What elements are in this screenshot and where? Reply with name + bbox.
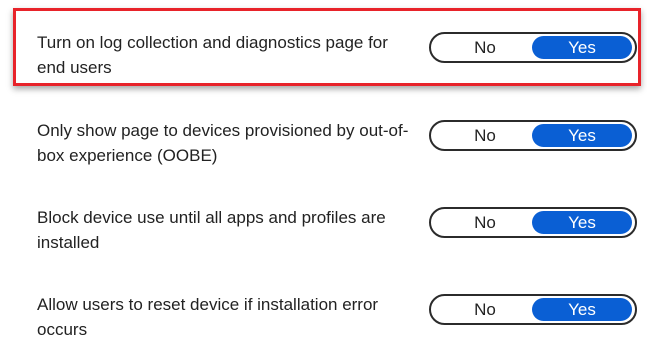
toggle-option-yes-selected[interactable]: Yes bbox=[532, 124, 632, 147]
yes-no-toggle[interactable]: No Yes bbox=[429, 294, 637, 325]
toggle-option-no[interactable]: No bbox=[445, 209, 525, 236]
setting-label: Only show page to devices provisioned by… bbox=[37, 121, 409, 165]
toggle-option-yes-selected[interactable]: Yes bbox=[532, 298, 632, 321]
setting-row-oobe-only: Only show page to devices provisioned by… bbox=[0, 118, 647, 178]
setting-label: Block device use until all apps and prof… bbox=[37, 208, 386, 252]
setting-row-block-device-use: Block device use until all apps and prof… bbox=[0, 205, 647, 265]
yes-no-toggle[interactable]: No Yes bbox=[429, 120, 637, 151]
toggle-option-no[interactable]: No bbox=[445, 122, 525, 149]
setting-row-log-collection: Turn on log collection and diagnostics p… bbox=[0, 30, 647, 90]
yes-no-toggle[interactable]: No Yes bbox=[429, 207, 637, 238]
toggle-option-no[interactable]: No bbox=[445, 34, 525, 61]
setting-row-allow-reset: Allow users to reset device if installat… bbox=[0, 292, 647, 341]
setting-label: Turn on log collection and diagnostics p… bbox=[37, 33, 388, 77]
toggle-option-yes-selected[interactable]: Yes bbox=[532, 36, 632, 59]
toggle-option-no[interactable]: No bbox=[445, 296, 525, 323]
toggle-option-yes-selected[interactable]: Yes bbox=[532, 211, 632, 234]
yes-no-toggle[interactable]: No Yes bbox=[429, 32, 637, 63]
setting-label: Allow users to reset device if installat… bbox=[37, 295, 379, 339]
